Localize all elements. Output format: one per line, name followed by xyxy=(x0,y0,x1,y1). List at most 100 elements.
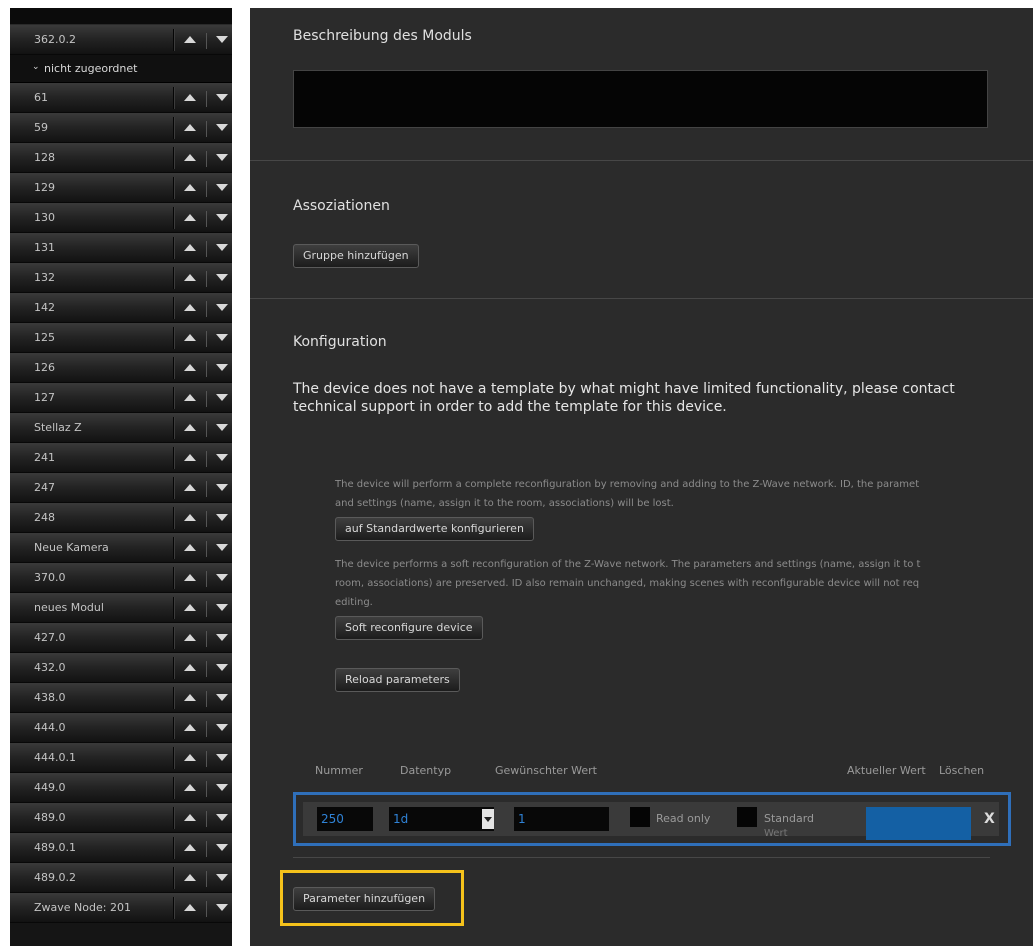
sidebar-item[interactable]: 427.0 xyxy=(10,623,232,653)
datatype-select[interactable]: 1d xyxy=(389,807,494,831)
move-down-icon[interactable] xyxy=(215,302,229,314)
sidebar-item[interactable]: 362.0.2 xyxy=(10,25,232,55)
move-up-icon[interactable] xyxy=(183,122,197,134)
sidebar-item[interactable]: 449.0 xyxy=(10,773,232,803)
move-down-icon[interactable] xyxy=(215,242,229,254)
move-up-icon[interactable] xyxy=(183,392,197,404)
add-group-button[interactable]: Gruppe hinzufügen xyxy=(293,244,419,268)
move-down-icon[interactable] xyxy=(215,182,229,194)
sidebar-item[interactable]: 125 xyxy=(10,323,232,353)
move-up-icon[interactable] xyxy=(183,572,197,584)
sidebar-item[interactable]: 438.0 xyxy=(10,683,232,713)
move-down-icon[interactable] xyxy=(215,152,229,164)
move-up-icon[interactable] xyxy=(183,872,197,884)
move-down-icon[interactable] xyxy=(215,422,229,434)
move-up-icon[interactable] xyxy=(183,842,197,854)
sidebar-item[interactable]: 131 xyxy=(10,233,232,263)
move-up-icon[interactable] xyxy=(183,452,197,464)
move-down-icon[interactable] xyxy=(215,272,229,284)
move-down-icon[interactable] xyxy=(215,572,229,584)
sidebar-item[interactable]: Zwave Node: 201 xyxy=(10,893,232,923)
move-up-icon[interactable] xyxy=(183,272,197,284)
desired-value-input[interactable]: 1 xyxy=(514,807,609,831)
move-up-icon[interactable] xyxy=(183,212,197,224)
sidebar-item[interactable]: 130 xyxy=(10,203,232,233)
sidebar-item[interactable]: 444.0 xyxy=(10,713,232,743)
move-down-icon[interactable] xyxy=(215,542,229,554)
reload-parameters-button[interactable]: Reload parameters xyxy=(335,668,460,692)
add-parameter-button[interactable]: Parameter hinzufügen xyxy=(293,887,436,911)
sidebar-item[interactable]: 126 xyxy=(10,353,232,383)
reset-defaults-button[interactable]: auf Standardwerte konfigurieren xyxy=(335,517,534,541)
move-down-icon[interactable] xyxy=(215,362,229,374)
sidebar-item[interactable]: 142 xyxy=(10,293,232,323)
move-up-icon[interactable] xyxy=(183,182,197,194)
move-up-icon[interactable] xyxy=(183,722,197,734)
move-down-icon[interactable] xyxy=(215,392,229,404)
sidebar-item[interactable]: 61 xyxy=(10,83,232,113)
sidebar-item[interactable]: 444.0.1 xyxy=(10,743,232,773)
parameter-number-input[interactable]: 250 xyxy=(317,807,373,831)
move-down-icon[interactable] xyxy=(215,902,229,914)
move-up-icon[interactable] xyxy=(183,782,197,794)
move-up-icon[interactable] xyxy=(183,812,197,824)
move-down-icon[interactable] xyxy=(215,692,229,704)
move-down-icon[interactable] xyxy=(215,602,229,614)
standard-value-checkbox[interactable] xyxy=(737,807,757,827)
move-down-icon[interactable] xyxy=(215,782,229,794)
move-down-icon[interactable] xyxy=(215,752,229,764)
sidebar-item[interactable]: 489.0.2 xyxy=(10,863,232,893)
move-down-icon[interactable] xyxy=(215,872,229,884)
move-down-icon[interactable] xyxy=(215,122,229,134)
sidebar-item[interactable]: 248 xyxy=(10,503,232,533)
move-up-icon[interactable] xyxy=(183,752,197,764)
move-down-icon[interactable] xyxy=(215,332,229,344)
move-down-icon[interactable] xyxy=(215,662,229,674)
description-textarea[interactable] xyxy=(293,70,988,128)
move-down-icon[interactable] xyxy=(215,632,229,644)
move-down-icon[interactable] xyxy=(215,34,229,46)
sidebar-item[interactable]: 127 xyxy=(10,383,232,413)
delete-parameter-button[interactable]: X xyxy=(984,811,995,827)
sidebar-item[interactable]: 128 xyxy=(10,143,232,173)
move-up-icon[interactable] xyxy=(183,602,197,614)
move-up-icon[interactable] xyxy=(183,662,197,674)
move-up-icon[interactable] xyxy=(183,34,197,46)
move-down-icon[interactable] xyxy=(215,92,229,104)
sidebar-item[interactable]: 132 xyxy=(10,263,232,293)
sidebar-group-header[interactable]: ⌄ nicht zugeordnet xyxy=(10,55,232,83)
move-up-icon[interactable] xyxy=(183,512,197,524)
sidebar-item[interactable]: 370.0 xyxy=(10,563,232,593)
move-up-icon[interactable] xyxy=(183,92,197,104)
sidebar-item[interactable]: 432.0 xyxy=(10,653,232,683)
move-down-icon[interactable] xyxy=(215,722,229,734)
sidebar-item[interactable]: 489.0 xyxy=(10,803,232,833)
chevron-down-icon[interactable] xyxy=(482,809,494,829)
move-down-icon[interactable] xyxy=(215,512,229,524)
sidebar-item[interactable]: neues Modul xyxy=(10,593,232,623)
move-up-icon[interactable] xyxy=(183,302,197,314)
move-down-icon[interactable] xyxy=(215,482,229,494)
move-up-icon[interactable] xyxy=(183,152,197,164)
move-up-icon[interactable] xyxy=(183,542,197,554)
move-up-icon[interactable] xyxy=(183,422,197,434)
move-down-icon[interactable] xyxy=(215,212,229,224)
move-up-icon[interactable] xyxy=(183,332,197,344)
sidebar-item[interactable]: 489.0.1 xyxy=(10,833,232,863)
sidebar-item[interactable]: 247 xyxy=(10,473,232,503)
sidebar-item[interactable]: Neue Kamera xyxy=(10,533,232,563)
move-up-icon[interactable] xyxy=(183,692,197,704)
readonly-checkbox[interactable] xyxy=(630,807,650,827)
move-up-icon[interactable] xyxy=(183,362,197,374)
move-up-icon[interactable] xyxy=(183,482,197,494)
move-up-icon[interactable] xyxy=(183,632,197,644)
move-up-icon[interactable] xyxy=(183,902,197,914)
sidebar-item[interactable]: 59 xyxy=(10,113,232,143)
soft-reconfigure-button[interactable]: Soft reconfigure device xyxy=(335,616,483,640)
move-down-icon[interactable] xyxy=(215,842,229,854)
sidebar-item[interactable]: Stellaz Z xyxy=(10,413,232,443)
sidebar-item[interactable]: 241 xyxy=(10,443,232,473)
move-up-icon[interactable] xyxy=(183,242,197,254)
move-down-icon[interactable] xyxy=(215,812,229,824)
sidebar-item[interactable]: 129 xyxy=(10,173,232,203)
